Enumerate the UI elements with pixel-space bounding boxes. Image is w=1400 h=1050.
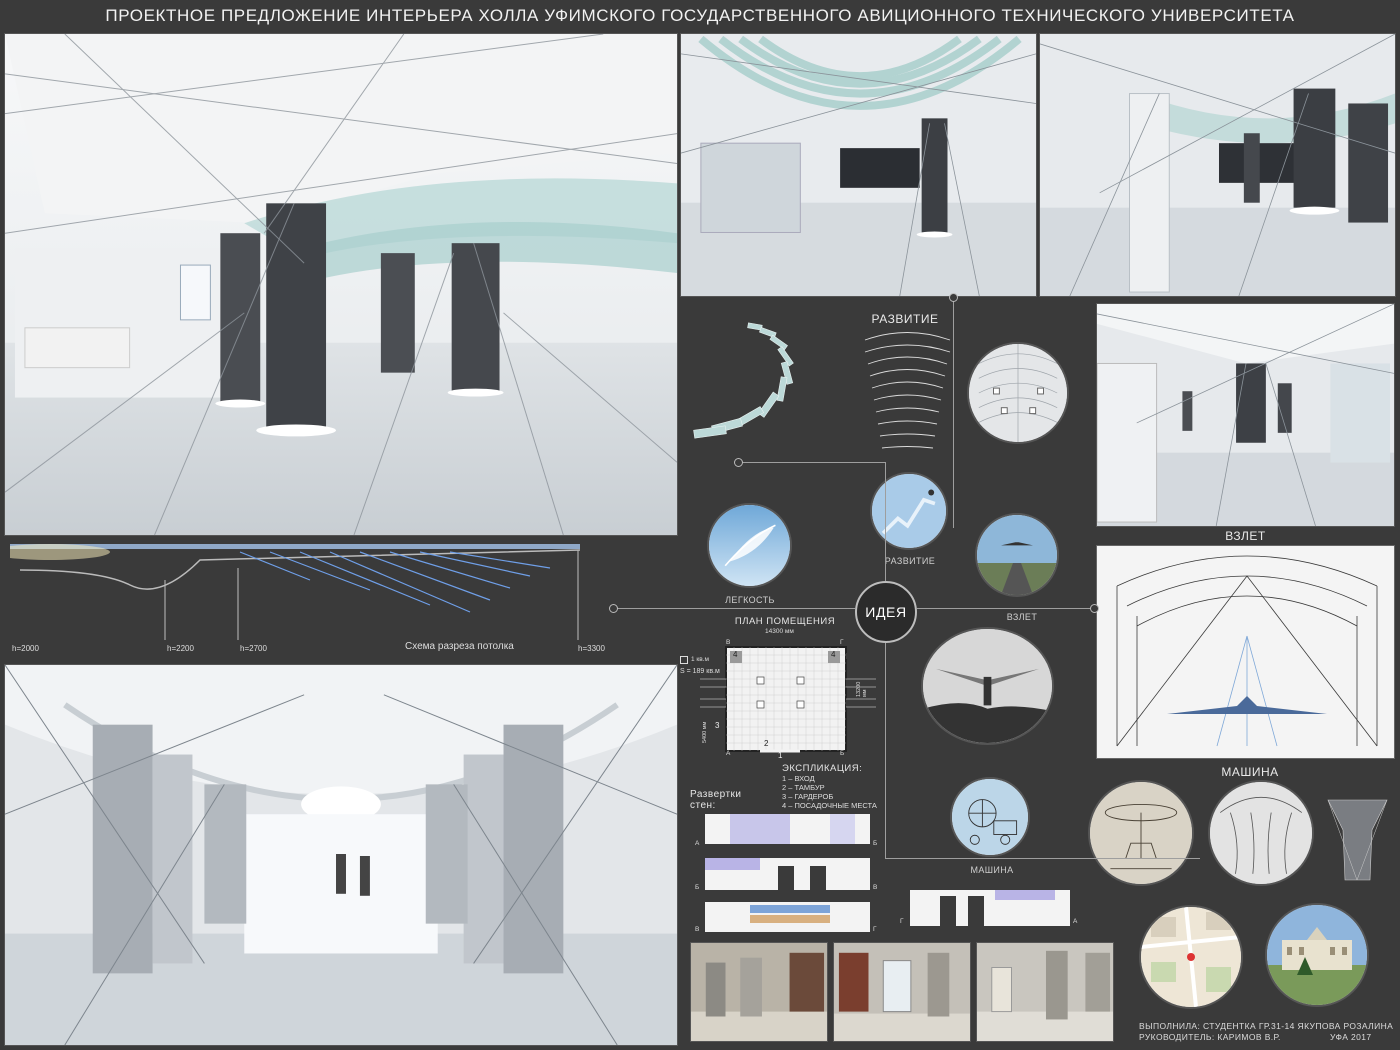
plan-letter-v: В <box>726 639 731 646</box>
mashina-helicopter-circle <box>1088 780 1194 886</box>
credits-city-year: УФА 2017 <box>1330 1032 1372 1042</box>
section-height-3: h=2700 <box>240 644 267 653</box>
spiral-sketch <box>690 320 850 450</box>
section-height-2: h=2200 <box>167 644 194 653</box>
plan-room-4b: 4 <box>831 650 836 659</box>
floor-plan: 4 4 3 3 2 1 А Б В Г 13200 мм 5400 мм <box>700 637 880 760</box>
razvitie-plan-circle <box>967 342 1069 444</box>
razvitie-growth-circle <box>870 472 948 550</box>
unfold-letter-7: Г <box>900 918 904 925</box>
photo-existing-3 <box>976 942 1114 1042</box>
credits-supervisor: РУКОВОДИТЕЛЬ: КАРИМОВ В.Р. <box>1139 1032 1281 1042</box>
unfold-letter-2: Б <box>873 840 878 847</box>
section-height-4: h=3300 <box>578 644 605 653</box>
render-hall-ceiling-waves <box>680 33 1037 297</box>
plan-left-dim: 5400 мм <box>702 721 708 743</box>
unfold-letter-4: В <box>873 884 878 891</box>
vzlet-airplane-circle <box>975 513 1059 597</box>
plan-room-4a: 4 <box>733 650 738 659</box>
connector-dot-right <box>1090 604 1099 613</box>
photo-existing-1 <box>690 942 828 1042</box>
vzlet-sketch <box>1096 545 1395 759</box>
mashina-label: МАШИНА <box>970 865 1014 875</box>
photo-existing-2 <box>833 942 971 1042</box>
connector-h-bottom <box>885 858 1200 859</box>
unfold-letter-8: А <box>1073 918 1078 925</box>
connector-dot-top <box>734 458 743 467</box>
plan-room-1: 1 <box>778 751 783 760</box>
plan-width-dim: 14300 мм <box>765 628 794 635</box>
plan-letter-b: Б <box>840 750 845 757</box>
connector-v-top <box>885 462 886 581</box>
plan-room-3a: 3 <box>715 721 720 730</box>
mashina-engine-circle <box>950 777 1030 857</box>
connector-dot-razvitie <box>949 293 958 302</box>
section-title: Схема разреза потолка <box>405 641 514 652</box>
plan-side-dim: 13200 мм <box>856 681 868 697</box>
unfold-title: Развертки стен: <box>690 789 742 811</box>
connector-h-top <box>740 462 886 463</box>
render-hall-entrance <box>4 664 678 1046</box>
razvitie-label: РАЗВИТИЕ <box>884 556 936 566</box>
legkost-label: ЛЕГКОСТЬ <box>725 595 775 605</box>
wall-unfolding-4: Г А <box>900 880 1090 930</box>
explication-item-1: 1 – ВХОД <box>782 774 815 783</box>
explication-item-2: 2 – ТАМБУР <box>782 783 825 792</box>
explication-item-4: 4 – ПОСАДОЧНЫЕ МЕСТА <box>782 801 877 810</box>
mashina-heading: МАШИНА <box>1221 765 1279 779</box>
plan-title: ПЛАН ПОМЕЩЕНИЯ <box>734 616 836 627</box>
plan-letter-g: Г <box>840 639 844 646</box>
unfold-letter-6: Г <box>873 926 877 933</box>
connector-h-right <box>917 608 1095 609</box>
unfold-letter-5: В <box>695 926 700 933</box>
explication: ЭКСПЛИКАЦИЯ: 1 – ВХОД 2 – ТАМБУР 3 – ГАР… <box>782 763 892 810</box>
location-map-circle <box>1139 905 1243 1009</box>
connector-v-razvitie <box>953 298 954 528</box>
plan-room-2: 2 <box>764 739 769 748</box>
plan-letter-a: А <box>726 750 731 757</box>
render-hall-perspective <box>1039 33 1396 297</box>
ceiling-section: h=2000 h=2200 h=2700 Схема разреза потол… <box>10 540 680 658</box>
vzlet-heading: ВЗЛЕТ <box>1225 529 1266 543</box>
flight-history-circle <box>921 627 1054 745</box>
connector-h-main <box>614 608 855 609</box>
credits-author: ВЫПОЛНИЛА: СТУДЕНТКА ГР.31-14 ЯКУПОВА РО… <box>1139 1021 1394 1031</box>
explication-title: ЭКСПЛИКАЦИЯ: <box>782 763 863 774</box>
render-hall-main <box>4 33 678 536</box>
legkost-feather-circle <box>707 503 792 588</box>
vzlet-label: ВЗЛЕТ <box>1006 612 1038 622</box>
page-title: ПРОЕКТНОЕ ПРЕДЛОЖЕНИЕ ИНТЕРЬЕРА ХОЛЛА УФ… <box>105 6 1295 25</box>
wall-unfoldings: А Б Б В В Г <box>690 810 890 938</box>
ceiling-section-drawing <box>10 544 581 640</box>
mashina-structure-circle <box>1208 780 1314 886</box>
column-sketch <box>1320 790 1395 885</box>
explication-item-3: 3 – ГАРДЕРОБ <box>782 792 834 801</box>
university-building-circle <box>1265 903 1369 1007</box>
razvitie-heading: РАЗВИТИЕ <box>871 312 939 326</box>
connector-dot-left <box>609 604 618 613</box>
unfold-letter-3: Б <box>695 884 700 891</box>
razvitie-arcs <box>860 330 955 455</box>
plan-room-3b: 3 <box>841 725 846 734</box>
unfold-letter-1: А <box>695 840 700 847</box>
section-height-1: h=2000 <box>12 644 39 653</box>
plan-legend-box <box>680 656 688 664</box>
idea-hub: ИДЕЯ <box>855 581 917 643</box>
render-hall-side <box>1096 303 1395 527</box>
